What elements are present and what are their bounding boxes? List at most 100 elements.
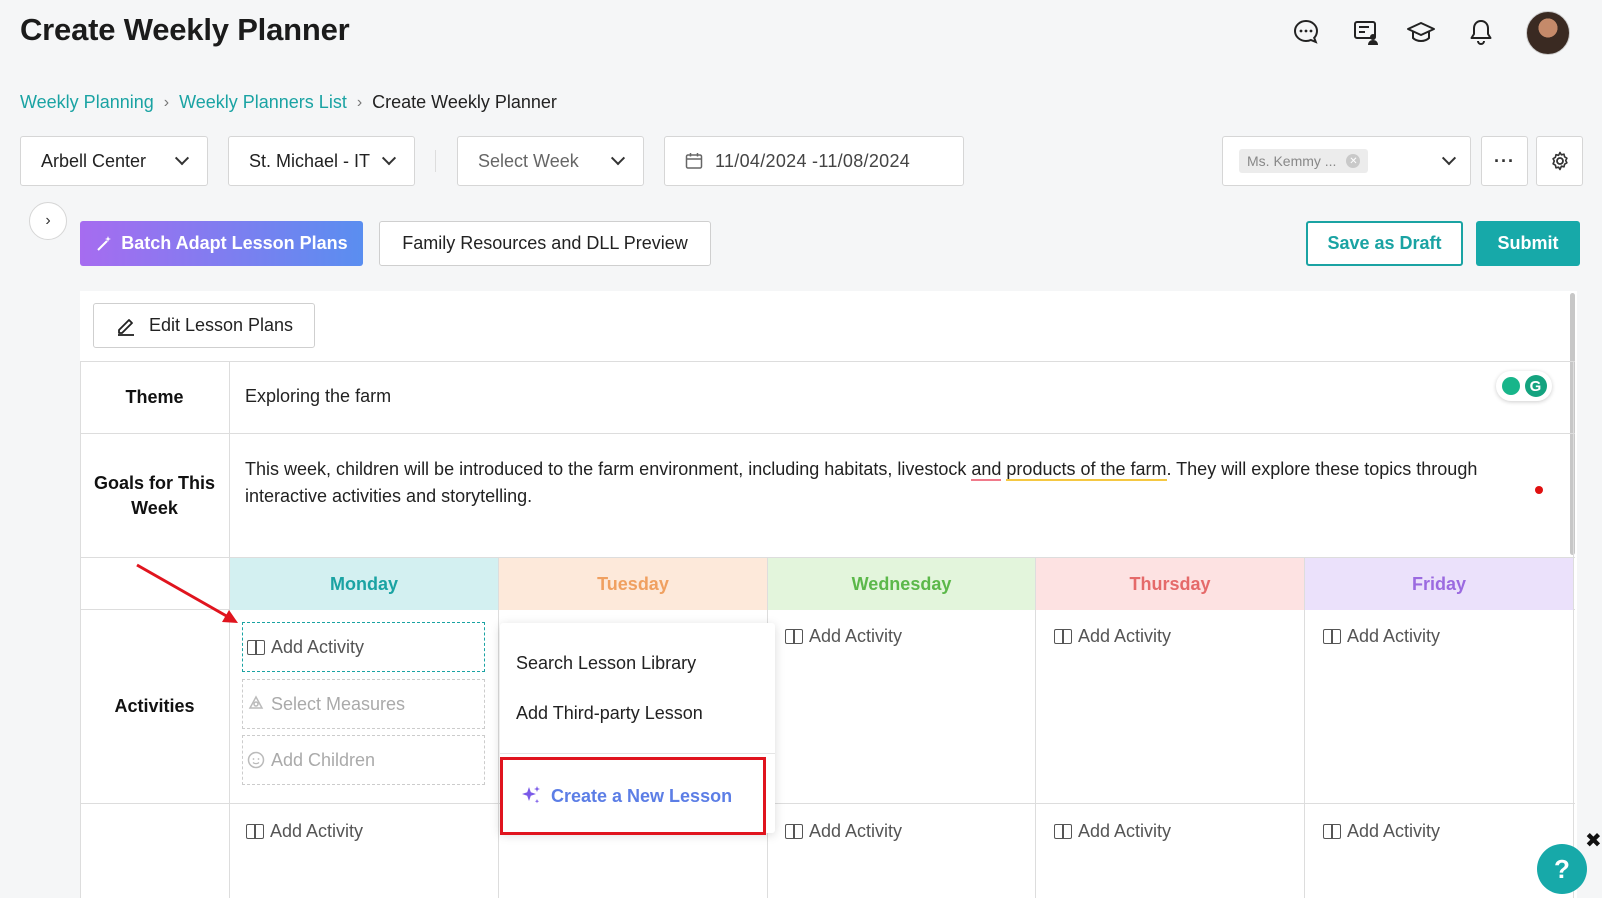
center-select[interactable]: Arbell Center — [20, 136, 208, 186]
grammarly-widget[interactable]: G — [1496, 371, 1552, 401]
breadcrumb-current: Create Weekly Planner — [372, 92, 557, 112]
add-activity-button[interactable]: Add Activity — [785, 821, 902, 842]
edit-lesson-plans-button[interactable]: Edit Lesson Plans — [93, 303, 315, 348]
save-draft-button[interactable]: Save as Draft — [1306, 221, 1463, 266]
magic-wand-icon — [97, 235, 112, 251]
chevron-down-icon — [610, 151, 626, 166]
goals-text-part: products of the farm — [1006, 459, 1167, 481]
add-activity-button[interactable]: Add Activity — [1323, 821, 1440, 842]
teacher-select[interactable]: Ms. Kemmy ... ✕ — [1222, 136, 1471, 186]
family-resources-label: Family Resources and DLL Preview — [402, 233, 688, 253]
presentation-icon[interactable] — [1350, 16, 1382, 48]
save-draft-label: Save as Draft — [1327, 233, 1442, 253]
bell-icon[interactable] — [1465, 16, 1497, 48]
book-icon — [247, 639, 265, 655]
chat-icon[interactable] — [1290, 16, 1322, 48]
batch-adapt-button[interactable]: Batch Adapt Lesson Plans — [80, 221, 363, 266]
book-icon — [1323, 824, 1341, 839]
menu-item-third-party[interactable]: Add Third-party Lesson — [516, 703, 703, 724]
grammarly-g-icon[interactable]: G — [1524, 375, 1547, 397]
select-measures-button[interactable]: Select Measures — [242, 679, 485, 729]
settings-button[interactable] — [1536, 136, 1583, 186]
book-icon — [785, 629, 803, 644]
book-icon — [785, 824, 803, 839]
more-icon: ··· — [1494, 150, 1515, 171]
goals-label: Goals for This Week — [80, 434, 229, 557]
help-button[interactable]: ? — [1537, 844, 1587, 894]
chevron-right-icon: › — [45, 212, 51, 229]
week-select-placeholder: Select Week — [478, 150, 579, 171]
submit-label: Submit — [1497, 233, 1559, 253]
chevron-down-icon — [1441, 151, 1457, 166]
menu-divider — [500, 753, 775, 754]
expand-sidebar-button[interactable]: › — [29, 202, 67, 240]
add-activity-label: Add Activity — [809, 821, 903, 841]
select-measures-label: Select Measures — [271, 693, 406, 714]
divider — [435, 150, 436, 172]
activities-label: Activities — [80, 610, 229, 803]
day-label: Friday — [1411, 573, 1467, 594]
book-icon — [1054, 629, 1072, 644]
theme-value[interactable]: Exploring the farm — [245, 386, 391, 407]
add-activity-label: Add Activity — [809, 626, 903, 646]
create-new-lesson-label: Create a New Lesson — [551, 785, 733, 806]
date-range-field[interactable]: 11/04/2024 -11/08/2024 — [664, 136, 964, 186]
theme-label-text: Theme — [125, 387, 184, 407]
day-header-tuesday: Tuesday — [499, 558, 767, 610]
goals-label-text: Goals for This Week — [93, 472, 216, 518]
chevron-down-icon — [174, 151, 190, 166]
graduation-cap-icon[interactable] — [1405, 16, 1437, 48]
grid-line — [1573, 361, 1574, 898]
grammarly-bulb-icon[interactable] — [1501, 377, 1520, 395]
calendar-icon — [685, 153, 703, 169]
family-resources-button[interactable]: Family Resources and DLL Preview — [379, 221, 711, 266]
day-header-wednesday: Wednesday — [768, 558, 1035, 610]
add-activity-button[interactable]: Add Activity — [1054, 626, 1171, 647]
page-title: Create Weekly Planner — [20, 12, 350, 47]
goals-value[interactable]: This week, children will be introduced t… — [245, 456, 1545, 510]
goals-text-part: and — [971, 459, 1002, 481]
measures-icon — [248, 695, 264, 709]
add-children-button[interactable]: Add Children — [242, 735, 485, 785]
day-label: Thursday — [1129, 573, 1211, 594]
chevron-down-icon — [381, 151, 397, 166]
close-icon[interactable]: ✖ — [1585, 828, 1602, 853]
goals-text-part: This week, children will be introduced t… — [245, 459, 972, 479]
add-activity-label: Add Activity — [271, 636, 365, 657]
edit-lesson-plans-label: Edit Lesson Plans — [148, 315, 294, 335]
week-select[interactable]: Select Week — [457, 136, 644, 186]
date-range-value: 11/04/2024 -11/08/2024 — [715, 150, 911, 171]
menu-item-create-new-lesson[interactable]: Create a New Lesson — [500, 757, 766, 835]
breadcrumb-weekly-planning[interactable]: Weekly Planning — [20, 92, 154, 113]
help-icon: ? — [1554, 853, 1570, 884]
add-activity-button[interactable]: Add Activity — [1054, 821, 1171, 842]
add-activity-button[interactable]: Add Activity — [246, 821, 363, 842]
menu-item-search-library[interactable]: Search Lesson Library — [516, 653, 696, 674]
grid-line — [80, 361, 1575, 362]
user-avatar[interactable] — [1526, 11, 1570, 55]
center-select-value: Arbell Center — [41, 150, 147, 171]
day-header-monday: Monday — [230, 558, 498, 610]
submit-button[interactable]: Submit — [1476, 221, 1580, 266]
status-dot — [1535, 486, 1543, 494]
sparkle-icon — [522, 786, 540, 804]
day-label: Tuesday — [597, 573, 669, 594]
teacher-tag[interactable]: Ms. Kemmy ... ✕ — [1239, 149, 1369, 173]
chevron-right-icon: › — [356, 93, 363, 111]
add-activity-button[interactable]: Add Activity — [785, 626, 902, 647]
add-activity-label: Add Activity — [1347, 821, 1441, 841]
more-options-button[interactable]: ··· — [1481, 136, 1528, 186]
breadcrumb-weekly-planners-list[interactable]: Weekly Planners List — [179, 92, 347, 113]
class-select[interactable]: St. Michael - IT — [228, 136, 415, 186]
add-activity-button[interactable]: Add Activity — [242, 622, 485, 672]
grid-line — [80, 433, 1575, 434]
remove-tag-icon[interactable]: ✕ — [1346, 154, 1361, 168]
day-label: Monday — [329, 573, 398, 594]
book-icon — [1323, 629, 1341, 644]
breadcrumb: Weekly Planning › Weekly Planners List ›… — [20, 92, 557, 113]
add-activity-button[interactable]: Add Activity — [1323, 626, 1440, 647]
add-activity-label: Add Activity — [1078, 626, 1172, 646]
child-face-icon — [247, 751, 265, 769]
activities-label-text: Activities — [114, 696, 195, 716]
book-icon — [246, 824, 264, 839]
